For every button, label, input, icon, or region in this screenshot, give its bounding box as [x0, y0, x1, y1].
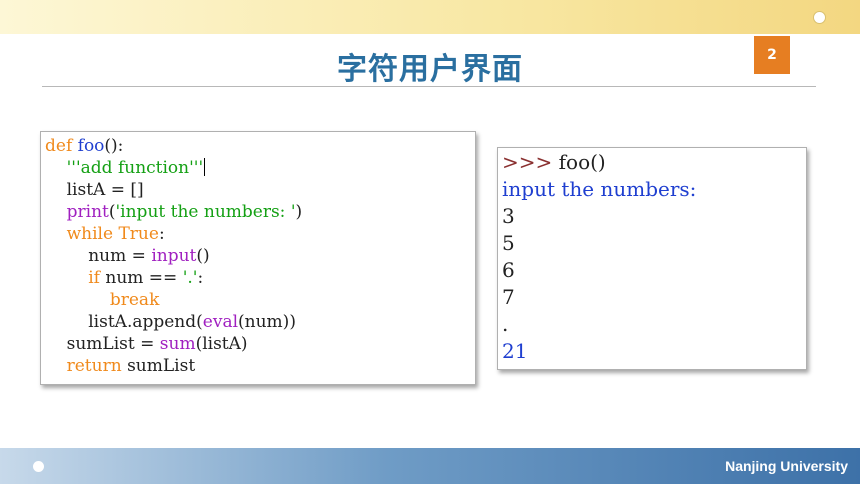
page-title: 字符用户界面	[337, 52, 523, 87]
code-string: '.'	[182, 268, 198, 288]
shell-result: 21	[502, 339, 528, 363]
shell-input-value: .	[502, 312, 509, 336]
shell-command: foo()	[552, 150, 606, 174]
code-text: )	[295, 202, 303, 222]
shell-line: >>> foo()	[502, 149, 606, 176]
title-divider	[42, 86, 816, 87]
code-keyword: break	[109, 290, 160, 310]
code-text: listA.append(	[88, 312, 203, 332]
code-text: ():	[104, 136, 124, 156]
code-text: sumList	[121, 356, 196, 376]
shell-input-value: 5	[502, 231, 515, 255]
code-keyword: return	[66, 356, 122, 376]
code-string: 'input the numbers: '	[115, 202, 296, 222]
code-keyword: def	[45, 136, 73, 156]
code-line: listA = []	[45, 179, 144, 201]
code-line: '''add function'''	[45, 157, 206, 179]
code-line: return sumList	[45, 355, 196, 377]
code-line: print('input the numbers: ')	[45, 201, 303, 223]
code-editor-panel[interactable]: def foo(): '''add function''' listA = []…	[40, 131, 476, 385]
code-text: ()	[196, 246, 210, 266]
header-dot-icon	[813, 11, 826, 24]
code-builtin: sum	[159, 334, 196, 354]
code-builtin: eval	[202, 312, 239, 332]
shell-input-value: 6	[502, 258, 515, 282]
code-text: :	[197, 268, 204, 288]
code-text: sumList =	[66, 334, 160, 354]
code-line: listA.append(eval(num))	[45, 311, 296, 333]
shell-output-text: input the numbers:	[502, 177, 697, 201]
shell-input-value: 3	[502, 204, 515, 228]
code-text: (listA)	[195, 334, 248, 354]
code-text: (	[108, 202, 116, 222]
shell-prompt: >>>	[502, 150, 553, 174]
code-keyword: while True	[66, 224, 159, 244]
code-text: num =	[88, 246, 152, 266]
code-line: break	[45, 289, 160, 311]
header-band	[0, 0, 860, 34]
code-builtin: print	[66, 202, 109, 222]
code-line: sumList = sum(listA)	[45, 333, 248, 355]
text-cursor	[204, 158, 206, 176]
page-number-badge: 2	[754, 36, 790, 74]
code-function-name: foo	[77, 136, 105, 156]
code-text: (num))	[238, 312, 296, 332]
footer-university: Nanjing University	[725, 458, 848, 474]
code-text: :	[158, 224, 165, 244]
code-builtin: input	[151, 246, 197, 266]
code-keyword: if	[88, 268, 100, 288]
code-line: if num == '.':	[45, 267, 203, 289]
code-line: while True:	[45, 223, 165, 245]
shell-input-value: 7	[502, 285, 515, 309]
shell-output-panel[interactable]: >>> foo() input the numbers: 3 5 6 7 . 2…	[497, 147, 807, 370]
code-line: def foo():	[45, 135, 123, 157]
code-line: num = input()	[45, 245, 210, 267]
code-text: listA = []	[66, 180, 144, 200]
code-text: num ==	[99, 268, 183, 288]
code-docstring: '''add function'''	[66, 158, 204, 178]
footer-dot-icon	[33, 461, 44, 472]
